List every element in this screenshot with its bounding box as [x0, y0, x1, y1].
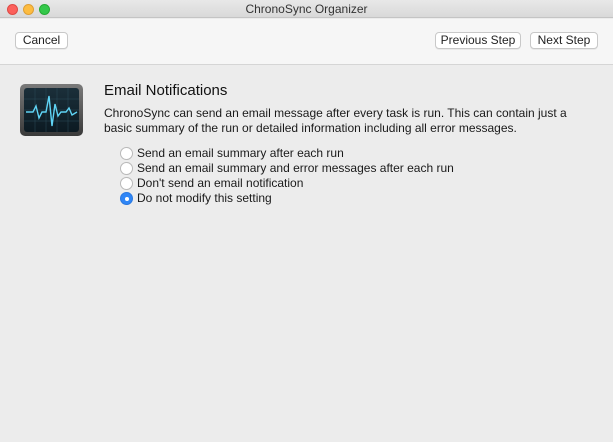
option-send-summary[interactable]: Send an email summary after each run: [120, 146, 440, 160]
option-send-summary-and-errors[interactable]: Send an email summary and error messages…: [120, 161, 454, 175]
radio-button-selected[interactable]: [120, 192, 133, 205]
title-bar: ChronoSync Organizer: [0, 0, 613, 18]
window-title: ChronoSync Organizer: [245, 2, 368, 16]
option-do-not-modify[interactable]: Do not modify this setting: [120, 191, 440, 205]
section-description: ChronoSync can send an email message aft…: [104, 106, 567, 135]
option-dont-send[interactable]: Don't send an email notification: [120, 176, 440, 190]
option-label: Send an email summary and error messages…: [137, 161, 454, 175]
previous-step-button[interactable]: Previous Step: [435, 32, 521, 49]
window: ChronoSync Organizer Cancel Previous Ste…: [0, 0, 613, 442]
pulse-waveform-icon: [24, 88, 79, 132]
toolbar: Cancel Previous Step Next Step: [0, 19, 613, 65]
option-label: Send an email summary after each run: [137, 146, 344, 160]
cancel-button[interactable]: Cancel: [15, 32, 68, 49]
option-label: Do not modify this setting: [137, 191, 272, 205]
radio-button[interactable]: [120, 162, 133, 175]
option-label: Don't send an email notification: [137, 176, 304, 190]
monitor-screen: [24, 88, 79, 132]
radio-button[interactable]: [120, 147, 133, 160]
radio-button[interactable]: [120, 177, 133, 190]
section-heading: Email Notifications: [104, 82, 228, 99]
activity-monitor-icon: [20, 84, 83, 136]
next-step-button[interactable]: Next Step: [530, 32, 598, 49]
